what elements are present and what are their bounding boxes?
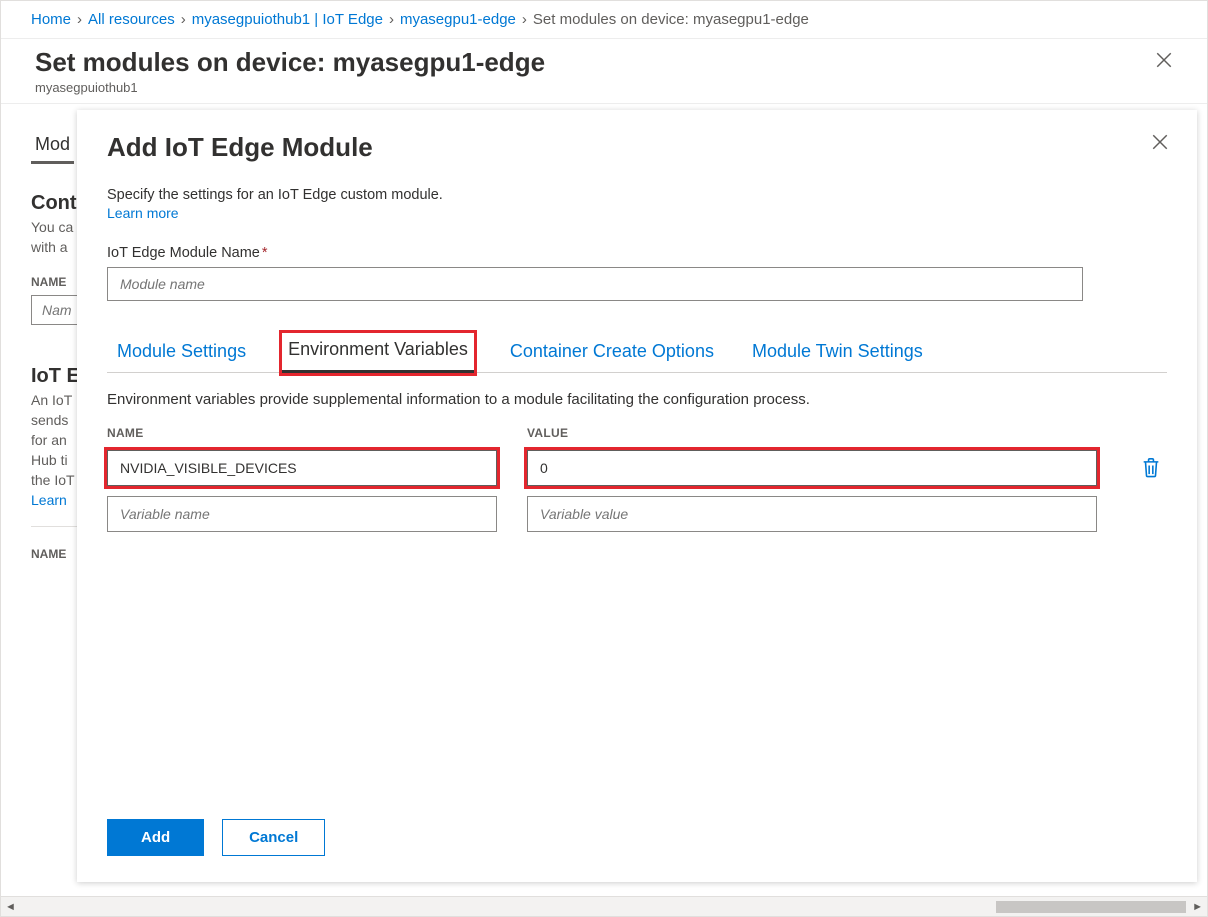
- env-variables-description: Environment variables provide supplement…: [107, 391, 1167, 408]
- chevron-right-icon: ›: [387, 11, 396, 28]
- env-var-name-input[interactable]: [107, 450, 497, 486]
- add-module-panel: Add IoT Edge Module Specify the settings…: [77, 110, 1197, 882]
- env-name-header: NAME: [107, 426, 497, 440]
- page-title: Set modules on device: myasegpu1-edge: [35, 47, 545, 78]
- page-header: Set modules on device: myasegpu1-edge my…: [1, 39, 1207, 104]
- breadcrumb-all-resources[interactable]: All resources: [88, 11, 175, 28]
- env-value-header: VALUE: [527, 426, 1097, 440]
- scroll-left-icon[interactable]: ◄: [5, 901, 16, 913]
- chevron-right-icon: ›: [75, 11, 84, 28]
- breadcrumb: Home › All resources › myasegpuiothub1 |…: [1, 1, 1207, 39]
- delete-env-var-button[interactable]: [1127, 457, 1175, 479]
- underlay-tab[interactable]: Mod: [31, 124, 74, 164]
- env-var-name-placeholder-input[interactable]: [107, 496, 497, 532]
- chevron-right-icon: ›: [520, 11, 529, 28]
- module-name-label: IoT Edge Module Name*: [107, 245, 1167, 261]
- close-icon: [1155, 51, 1173, 69]
- env-var-value-placeholder-input[interactable]: [527, 496, 1097, 532]
- tab-module-settings[interactable]: Module Settings: [107, 335, 248, 372]
- tab-module-twin-settings[interactable]: Module Twin Settings: [750, 335, 925, 372]
- add-button[interactable]: Add: [107, 819, 204, 856]
- env-var-value-input[interactable]: [527, 450, 1097, 486]
- learn-more-link[interactable]: Learn more: [107, 205, 179, 221]
- tab-environment-variables[interactable]: Environment Variables: [282, 333, 474, 373]
- close-panel-button[interactable]: [1145, 132, 1175, 155]
- page-subtitle: myasegpuiothub1: [35, 80, 545, 95]
- panel-footer: Add Cancel: [77, 801, 1197, 882]
- panel-description: Specify the settings for an IoT Edge cus…: [107, 187, 1167, 203]
- module-name-input[interactable]: [107, 267, 1083, 301]
- breadcrumb-hub[interactable]: myasegpuiothub1 | IoT Edge: [192, 11, 383, 28]
- breadcrumb-current: Set modules on device: myasegpu1-edge: [533, 11, 809, 28]
- module-sub-tabs: Module Settings Environment Variables Co…: [107, 333, 1167, 373]
- chevron-right-icon: ›: [179, 11, 188, 28]
- cancel-button[interactable]: Cancel: [222, 819, 325, 856]
- close-page-button[interactable]: [1151, 47, 1177, 76]
- close-icon: [1151, 133, 1169, 151]
- scroll-right-icon[interactable]: ►: [1192, 901, 1203, 913]
- trash-icon: [1141, 457, 1161, 479]
- horizontal-scrollbar[interactable]: ◄ ►: [1, 896, 1207, 916]
- panel-title: Add IoT Edge Module: [107, 132, 1167, 163]
- breadcrumb-home[interactable]: Home: [31, 11, 71, 28]
- scroll-thumb[interactable]: [996, 901, 1186, 913]
- underlay-learn-link[interactable]: Learn: [31, 492, 67, 508]
- required-indicator: *: [260, 245, 268, 261]
- breadcrumb-device[interactable]: myasegpu1-edge: [400, 11, 516, 28]
- tab-container-create-options[interactable]: Container Create Options: [508, 335, 716, 372]
- scroll-track[interactable]: [22, 901, 1186, 913]
